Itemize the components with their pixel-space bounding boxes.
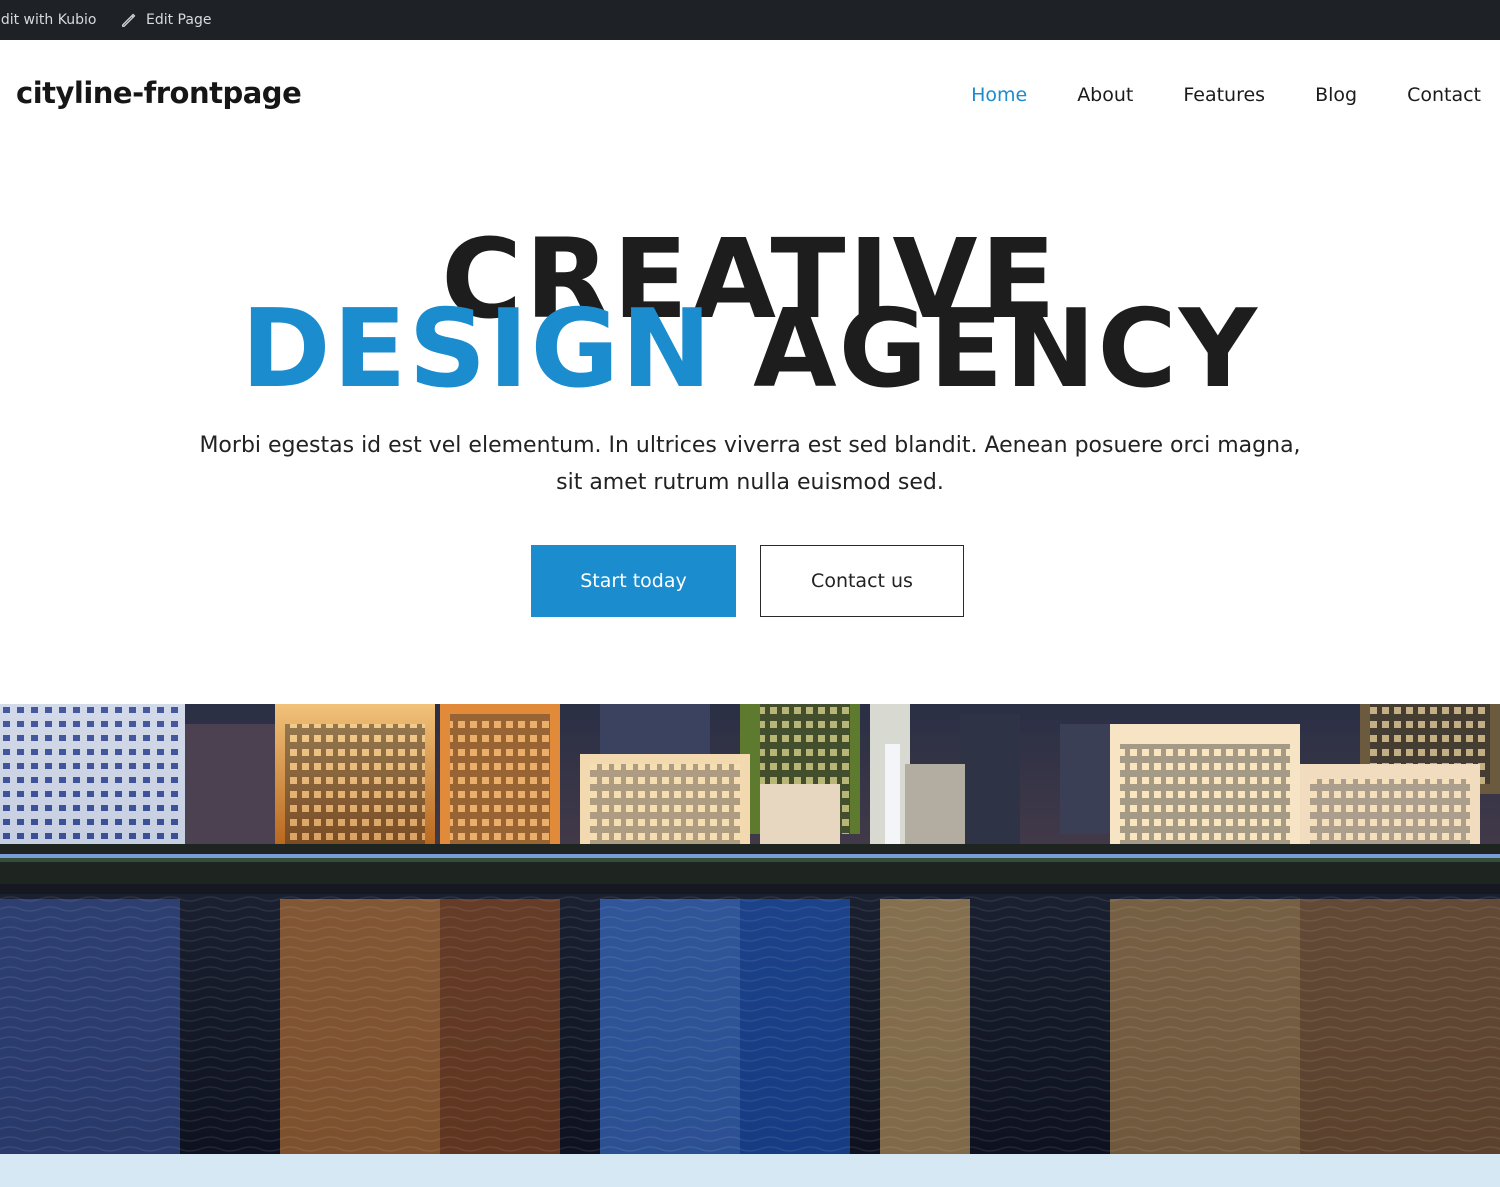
hero-description-line1: Morbi egestas id est vel elementum. In u… xyxy=(199,433,1301,458)
edit-with-kubio-label: Edit with Kubio xyxy=(0,12,97,28)
hero-description-line2: sit amet rutrum nulla euismod sed. xyxy=(556,470,944,495)
hero-headline-line2: DESIGN AGENCY xyxy=(0,296,1500,404)
hero-headline-accent: DESIGN xyxy=(241,287,714,412)
site-header: cityline-frontpage Home About Features B… xyxy=(0,40,1500,154)
edit-with-kubio-link[interactable]: Edit with Kubio xyxy=(0,0,96,40)
contact-us-button[interactable]: Contact us xyxy=(760,545,964,617)
nav-item-about[interactable]: About xyxy=(1077,84,1133,106)
nav-item-blog[interactable]: Blog xyxy=(1315,84,1357,106)
city-skyline-illustration xyxy=(0,704,1500,1154)
main-nav: Home About Features Blog Contact xyxy=(971,84,1481,106)
site-title[interactable]: cityline-frontpage xyxy=(16,76,302,110)
hero-description: Morbi egestas id est vel elementum. In u… xyxy=(170,427,1330,501)
nav-item-features[interactable]: Features xyxy=(1183,84,1265,106)
start-today-button[interactable]: Start today xyxy=(531,545,736,617)
hero-section: CREATIVE DESIGN AGENCY Morbi egestas id … xyxy=(0,154,1500,704)
nav-item-home[interactable]: Home xyxy=(971,84,1027,106)
edit-page-label: Edit Page xyxy=(146,12,212,28)
hero-headline-rest: AGENCY xyxy=(753,287,1259,412)
next-section-band xyxy=(0,1154,1500,1187)
admin-bar: Edit with Kubio Edit Page xyxy=(0,0,1500,40)
edit-page-link[interactable]: Edit Page xyxy=(120,0,211,40)
pencil-icon xyxy=(121,13,136,28)
nav-item-contact[interactable]: Contact xyxy=(1407,84,1481,106)
city-skyline-image xyxy=(0,704,1500,1154)
